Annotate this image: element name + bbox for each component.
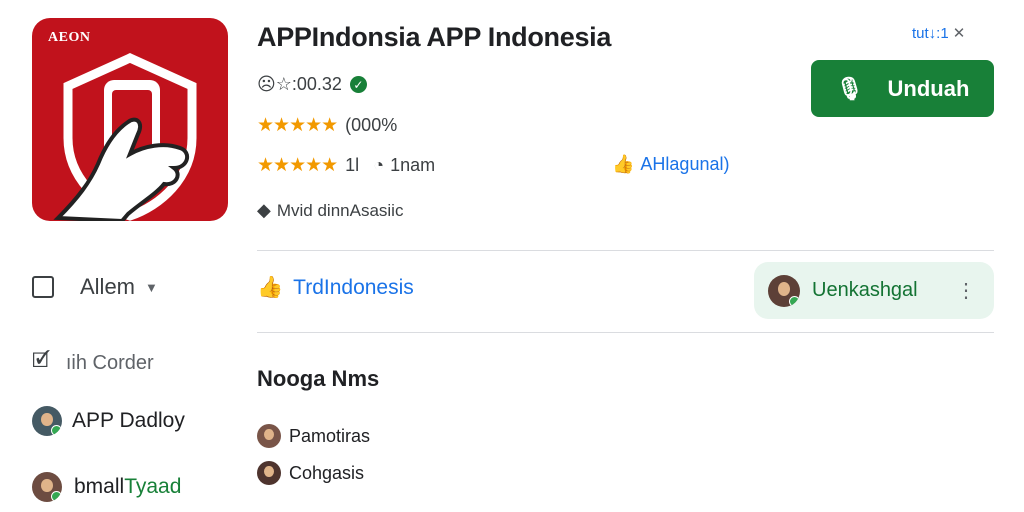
developer-link[interactable]: 👍 TrdIndonesis <box>257 276 414 300</box>
sidebar-item-label: APP Dadloy <box>72 409 185 432</box>
divider <box>257 250 994 251</box>
window-controls: tut↓:1 ✕ <box>912 24 965 42</box>
maker-text: Mvid dinnAsasiic <box>276 200 404 220</box>
list-item[interactable]: Cohgasis <box>257 461 364 485</box>
star-rating-icon: ★★★★★ <box>257 115 338 136</box>
more-vert-icon[interactable]: ⋮ <box>956 278 976 303</box>
list-item-label: Pamotiras <box>289 425 371 446</box>
message-check-icon: 🗹 <box>32 350 50 372</box>
sidebar-item-order[interactable]: 🗹 ıih Corder <box>32 346 154 380</box>
sidebar-item-label: Allem <box>80 274 136 299</box>
extra-info-label: AHlagunal) <box>640 154 730 174</box>
stars-row-2: ★★★★★ 1Ɩ ◔ 1nam <box>257 154 435 177</box>
developer-chip-label: Uenkashgal <box>812 279 918 301</box>
online-status-icon <box>51 491 62 502</box>
window-controls-label[interactable]: tut↓:1 <box>912 25 949 42</box>
chevron-down-icon: ▼ <box>145 279 158 295</box>
list-item[interactable]: Pamotiras <box>257 424 370 448</box>
download-count-icon: ◔ <box>373 155 385 175</box>
install-button[interactable]: 🎙 Unduah <box>811 60 994 117</box>
app-title: APPIndonsia APP Indonesia <box>257 22 612 52</box>
sidebar-item-all[interactable]: Allem ▼ <box>32 274 158 300</box>
sidebar-item-label-accent: Tyaad <box>124 475 182 498</box>
close-icon[interactable]: ✕ <box>953 25 966 42</box>
avatar <box>32 406 62 436</box>
app-detail-page: AEON APPIndonsia APP Indonesia tut↓:1 ✕ ☹… <box>0 0 1024 512</box>
avatar <box>768 274 800 307</box>
avatar <box>257 424 281 448</box>
extra-info-link[interactable]: 👍 AHlagunal) <box>612 154 729 175</box>
list-item-label: Cohgasis <box>289 462 365 483</box>
sidebar-item-user[interactable]: APP Dadloy <box>32 406 185 436</box>
sidebar-item-user[interactable]: bmall Tyaad <box>32 472 181 502</box>
online-status-icon <box>51 425 62 436</box>
avatar <box>257 461 281 485</box>
divider <box>257 332 994 333</box>
thumbs-up-icon: 👍 <box>612 154 635 174</box>
verified-icon: ✓ <box>349 76 367 93</box>
stars-value: 1Ɩ <box>345 155 360 175</box>
install-button-label: Unduah <box>887 75 970 101</box>
sidebar-item-label: ıih Corder <box>65 351 154 374</box>
mic-icon: 🎙 <box>835 75 864 101</box>
thumbs-up-icon: 👍 <box>257 276 284 299</box>
developer-chip[interactable]: Uenkashgal ⋮ <box>754 262 994 319</box>
sidebar-item-label: bmall <box>74 475 125 498</box>
app-icon[interactable]: AEON <box>32 18 228 221</box>
checkbox-icon[interactable] <box>32 276 54 298</box>
stars-row-1: ★★★★★ (000% <box>257 114 397 137</box>
online-status-icon <box>789 295 800 307</box>
section-title: Nooga Nms <box>257 366 380 391</box>
developer-link-label: TrdIndonesis <box>293 276 414 299</box>
rating-row: ☹☆:00.32 ✓ <box>257 74 367 95</box>
rating-count: (000% <box>345 115 398 135</box>
tag-icon: ◆ <box>257 200 271 220</box>
rating-text: ☹☆:00.32 <box>257 74 342 94</box>
maker-row: ◆ Mvid dinnAsasiic <box>257 200 403 221</box>
shield-hand-icon <box>53 53 197 221</box>
star-rating-icon: ★★★★★ <box>257 155 338 176</box>
avatar <box>32 472 62 502</box>
install-count: 1nam <box>390 155 436 175</box>
